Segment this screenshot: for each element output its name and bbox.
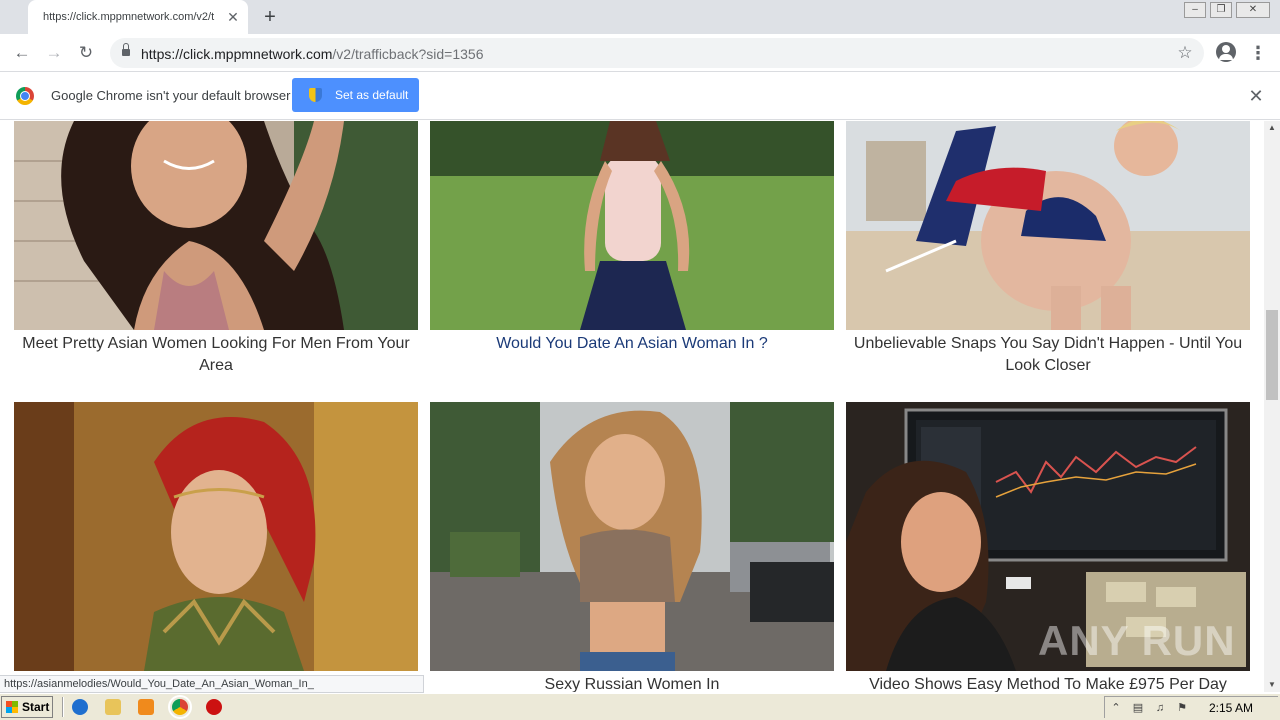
set-as-default-button[interactable]: Set as default	[292, 78, 419, 112]
infobar-close-icon[interactable]: ✕	[1246, 86, 1266, 106]
bookmark-star-icon[interactable]: ☆	[1174, 42, 1196, 64]
action-center-flag-icon[interactable]: ⚑	[1175, 701, 1189, 715]
ad-title[interactable]: Would You Date An Asian Woman In ?	[430, 333, 834, 355]
back-icon[interactable]: ←	[9, 40, 35, 66]
profile-icon[interactable]	[1216, 42, 1236, 62]
ad-card[interactable]: Sexy Russian Women In	[14, 402, 418, 692]
new-tab-button[interactable]: +	[259, 6, 281, 28]
chrome-icon[interactable]	[168, 695, 192, 719]
infobar-message: Google Chrome isn't your default browser	[51, 88, 291, 103]
system-tray: ⌃ ▤ ♫ ⚑ 2:15 AM	[1104, 696, 1278, 718]
tab-title: https://click.mppmnetwork.com/v2/t	[43, 11, 215, 23]
tab-close-icon[interactable]: ✕	[225, 9, 241, 25]
ad-title[interactable]: Video Shows Easy Method To Make £975 Per…	[846, 674, 1250, 692]
address-bar[interactable]: https://click.mppmnetwork.com/v2/traffic…	[110, 38, 1204, 68]
ad-image[interactable]	[14, 121, 418, 330]
ad-card[interactable]: Unbelievable Snaps You Say Didn't Happen…	[846, 121, 1250, 381]
tray-expand-icon[interactable]: ⌃	[1109, 701, 1123, 715]
window-close-button[interactable]: ✕	[1236, 2, 1270, 18]
taskbar-clock[interactable]: 2:15 AM	[1209, 701, 1253, 715]
folder-icon[interactable]	[105, 699, 121, 715]
ad-image[interactable]	[430, 121, 834, 330]
ad-card[interactable]: Sexy Russian Women In	[430, 402, 834, 692]
set-as-default-label: Set as default	[335, 88, 409, 102]
scroll-up-icon[interactable]: ▲	[1264, 121, 1280, 135]
menu-icon[interactable]: ⋮	[1248, 42, 1268, 64]
minimize-button[interactable]: –	[1184, 2, 1206, 18]
stop-icon[interactable]	[206, 699, 222, 715]
forward-icon[interactable]: →	[41, 40, 67, 66]
url-text: https://click.mppmnetwork.com/v2/traffic…	[141, 46, 484, 62]
scrollbar-thumb[interactable]	[1266, 310, 1278, 400]
scroll-down-icon[interactable]: ▼	[1264, 678, 1280, 692]
ad-title-secondary[interactable]: Sexy Russian Women In	[430, 674, 834, 692]
taskbar-separator	[62, 697, 64, 717]
browser-tab[interactable]: https://click.mppmnetwork.com/v2/t ✕	[28, 0, 248, 34]
windows-flag-icon	[6, 701, 18, 713]
chrome-logo-icon	[16, 87, 34, 105]
page-scrollbar[interactable]: ▲ ▼	[1264, 121, 1280, 692]
ie-icon[interactable]	[72, 699, 88, 715]
shield-icon	[309, 88, 322, 102]
lock-icon	[122, 43, 130, 56]
ad-image[interactable]	[846, 121, 1250, 330]
media-player-icon[interactable]	[138, 699, 154, 715]
anyrun-watermark: ANY RUN	[1038, 617, 1236, 664]
link-status-bubble: https://asianmelodies/Would_You_Date_An_…	[0, 675, 424, 693]
ad-title[interactable]: Meet Pretty Asian Women Looking For Men …	[14, 333, 418, 377]
ad-image[interactable]	[430, 402, 834, 671]
ad-card[interactable]: Would You Date An Asian Woman In ?	[430, 121, 834, 381]
reload-icon[interactable]: ↻	[73, 40, 99, 66]
tab-strip: https://click.mppmnetwork.com/v2/t ✕ + –…	[0, 0, 1280, 34]
network-icon[interactable]: ▤	[1131, 701, 1145, 715]
ad-title[interactable]: Unbelievable Snaps You Say Didn't Happen…	[846, 333, 1250, 377]
restore-button[interactable]: ❐	[1210, 2, 1232, 18]
start-button[interactable]: Start	[1, 696, 53, 718]
ad-image[interactable]	[14, 402, 418, 671]
default-browser-infobar: Google Chrome isn't your default browser…	[0, 72, 1280, 120]
page-content: Meet Pretty Asian Women Looking For Men …	[0, 121, 1264, 692]
start-label: Start	[22, 700, 50, 714]
ad-card[interactable]: Meet Pretty Asian Women Looking For Men …	[14, 121, 418, 381]
windows-taskbar: Start ⌃ ▤ ♫ ⚑ 2:15 AM	[0, 693, 1280, 720]
browser-toolbar: ← → ↻ https://click.mppmnetwork.com/v2/t…	[0, 34, 1280, 72]
volume-icon[interactable]: ♫	[1153, 701, 1167, 715]
